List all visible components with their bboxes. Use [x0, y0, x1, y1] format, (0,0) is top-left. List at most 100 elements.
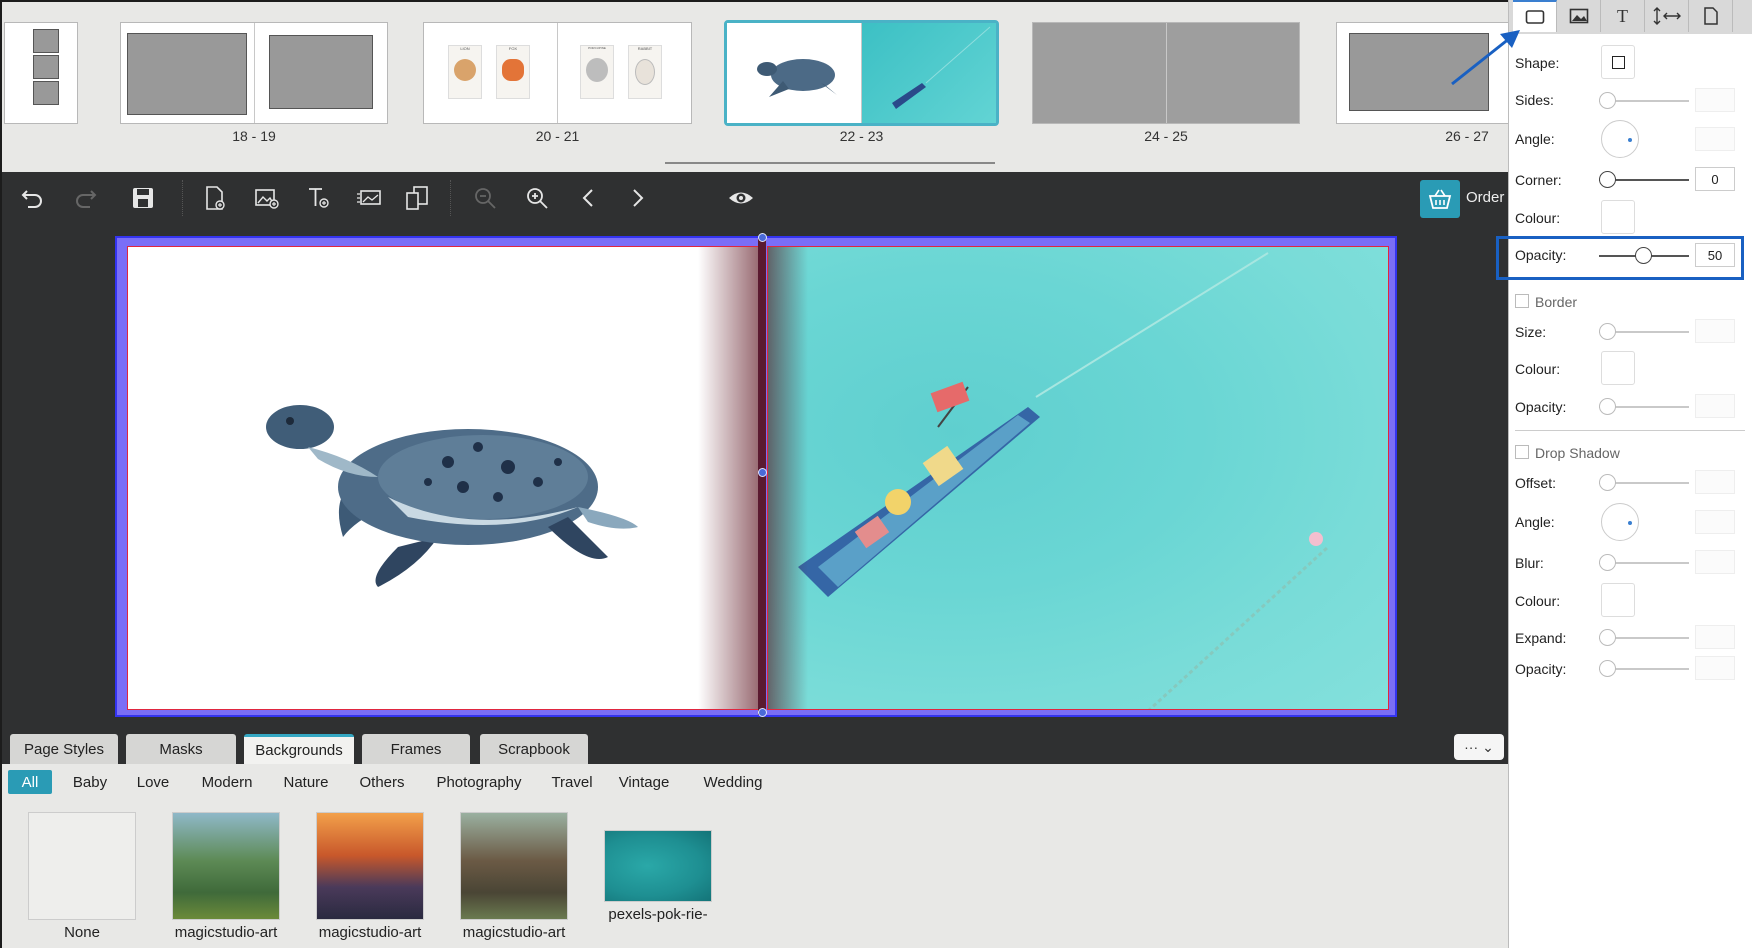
add-page-button[interactable] — [198, 181, 232, 215]
background-thumb[interactable] — [604, 830, 712, 902]
category-nature[interactable]: Nature — [274, 770, 338, 794]
corner-slider[interactable] — [1599, 171, 1689, 188]
slider-knob[interactable] — [1599, 171, 1616, 188]
border-opacity-slider[interactable] — [1599, 398, 1689, 415]
category-wedding[interactable]: Wedding — [692, 770, 774, 794]
zoom-out-button[interactable] — [468, 181, 502, 215]
border-opacity-value[interactable] — [1695, 394, 1735, 418]
zoom-out-icon — [475, 188, 496, 209]
shadow-blur-value[interactable] — [1695, 550, 1735, 574]
border-colour-picker[interactable] — [1601, 351, 1635, 385]
colour-picker[interactable] — [1601, 200, 1635, 234]
background-label: pexels-pok-rie- — [608, 906, 708, 923]
spread-thumbnail-22-23[interactable] — [724, 20, 999, 126]
resize-handle-middle[interactable] — [758, 468, 767, 477]
previous-spread-button[interactable] — [572, 181, 606, 215]
drop-shadow-checkbox[interactable] — [1515, 445, 1529, 459]
category-travel[interactable]: Travel — [546, 770, 598, 794]
shadow-offset-slider[interactable] — [1599, 474, 1689, 491]
border-checkbox[interactable] — [1515, 294, 1529, 308]
undo-button[interactable] — [14, 181, 48, 215]
drop-shadow-label: Drop Shadow — [1535, 445, 1620, 461]
corner-value[interactable]: 0 — [1695, 167, 1735, 191]
category-baby[interactable]: Baby — [66, 770, 114, 794]
tab-image-properties[interactable] — [1557, 0, 1601, 32]
properties-panel: T Shape: Sides: Angle: Corner: 0 Colour:… — [1508, 0, 1752, 948]
add-image-icon — [255, 189, 279, 209]
tab-masks[interactable]: Masks — [126, 734, 236, 764]
turtle-illustration[interactable] — [248, 387, 668, 587]
add-background-button[interactable] — [352, 181, 386, 215]
redo-button[interactable] — [70, 181, 104, 215]
shadow-expand-value[interactable] — [1695, 625, 1735, 649]
category-others[interactable]: Others — [352, 770, 412, 794]
category-vintage[interactable]: Vintage — [612, 770, 676, 794]
tab-frames[interactable]: Frames — [362, 734, 470, 764]
basket-icon — [1428, 189, 1452, 209]
tab-backgrounds[interactable]: Backgrounds — [244, 734, 354, 764]
zoom-in-button[interactable] — [520, 181, 554, 215]
slider-knob[interactable] — [1599, 660, 1616, 677]
sides-value[interactable] — [1695, 88, 1735, 112]
shadow-opacity-value[interactable] — [1695, 656, 1735, 680]
preview-button[interactable] — [722, 181, 760, 215]
background-none[interactable] — [28, 812, 136, 920]
slider-knob[interactable] — [1599, 398, 1616, 415]
spread-thumbnail-cover[interactable] — [4, 22, 78, 124]
angle-value[interactable] — [1695, 127, 1735, 151]
background-thumb[interactable] — [172, 812, 280, 920]
right-page-background[interactable] — [767, 246, 1389, 710]
category-photography[interactable]: Photography — [426, 770, 532, 794]
shape-selector[interactable] — [1601, 45, 1635, 79]
category-modern[interactable]: Modern — [192, 770, 262, 794]
page-icon — [1703, 7, 1718, 25]
shadow-angle-dial[interactable] — [1601, 503, 1639, 541]
more-options-button[interactable]: ··· ⌄ — [1454, 734, 1504, 760]
slider-knob[interactable] — [1599, 554, 1616, 571]
chevron-down-icon: ⌄ — [1482, 738, 1494, 755]
slider-knob[interactable] — [1599, 474, 1616, 491]
border-size-slider[interactable] — [1599, 323, 1689, 340]
next-spread-button[interactable] — [620, 181, 654, 215]
border-size-value[interactable] — [1695, 319, 1735, 343]
save-button[interactable] — [126, 181, 160, 215]
spread-thumbnail-20-21[interactable]: LION FOX PORCUPINE RABBIT — [423, 22, 692, 124]
category-love[interactable]: Love — [130, 770, 176, 794]
tab-spacing-properties[interactable] — [1645, 0, 1689, 32]
resize-handle-bottom[interactable] — [758, 708, 767, 717]
sides-slider[interactable] — [1599, 92, 1689, 109]
shadow-angle-value[interactable] — [1695, 510, 1735, 534]
porcupine-card: PORCUPINE — [580, 45, 614, 99]
angle-dial[interactable] — [1601, 120, 1639, 158]
add-image-button[interactable] — [250, 181, 284, 215]
tab-page-styles[interactable]: Page Styles — [10, 734, 118, 764]
background-label: magicstudio-art — [462, 924, 566, 941]
category-all[interactable]: All — [8, 770, 52, 794]
undo-icon — [21, 190, 42, 208]
tab-text-properties[interactable]: T — [1601, 0, 1645, 32]
left-page[interactable] — [127, 246, 759, 710]
background-thumb[interactable] — [316, 812, 424, 920]
shadow-opacity-slider[interactable] — [1599, 660, 1689, 677]
order-label[interactable]: Order — [1466, 189, 1504, 206]
tab-scrapbook[interactable]: Scrapbook — [480, 734, 588, 764]
spread-thumbnail-18-19[interactable] — [120, 22, 388, 124]
shadow-colour-picker[interactable] — [1601, 583, 1635, 617]
add-text-button[interactable] — [302, 181, 336, 215]
order-button[interactable] — [1420, 180, 1460, 218]
slider-knob[interactable] — [1599, 323, 1616, 340]
shadow-blur-slider[interactable] — [1599, 554, 1689, 571]
spread-thumbnail-24-25[interactable] — [1032, 22, 1300, 124]
strip-scrollbar[interactable] — [665, 162, 995, 164]
background-thumb[interactable] — [460, 812, 568, 920]
zoom-in-icon — [527, 188, 548, 209]
shadow-expand-slider[interactable] — [1599, 629, 1689, 646]
resize-handle-top[interactable] — [758, 233, 767, 242]
slider-knob[interactable] — [1599, 92, 1616, 109]
current-spread[interactable] — [115, 233, 1397, 717]
slider-knob[interactable] — [1599, 629, 1616, 646]
swap-pages-button[interactable] — [400, 181, 434, 215]
tab-page-properties[interactable] — [1689, 0, 1733, 32]
shadow-offset-value[interactable] — [1695, 470, 1735, 494]
main-toolbar: Order — [0, 172, 1508, 224]
